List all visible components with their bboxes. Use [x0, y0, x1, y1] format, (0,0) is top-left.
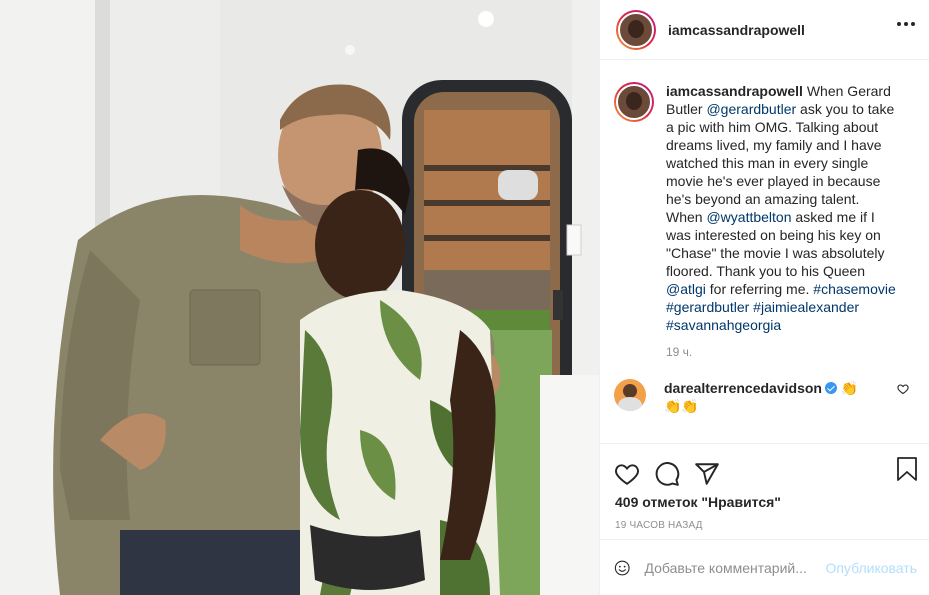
hashtag-link[interactable]: #jaimiealexander — [753, 299, 859, 315]
share-icon[interactable] — [694, 461, 720, 487]
post-header: iamcassandrapowell — [600, 0, 929, 60]
caption-username[interactable]: iamcassandrapowell — [666, 83, 803, 99]
post-photo[interactable] — [0, 0, 599, 595]
caption-timestamp[interactable]: 19 ч. — [666, 343, 898, 361]
caption-text: ask you to take a pic with him OMG. Talk… — [666, 101, 895, 225]
hashtag-link[interactable]: #savannahgeorgia — [666, 317, 781, 333]
comments-section: iamcassandrapowell When Gerard Butler @g… — [600, 60, 929, 442]
post-comment-button[interactable]: Опубликовать — [825, 560, 917, 576]
author-avatar[interactable] — [616, 9, 656, 50]
heart-icon[interactable] — [614, 461, 640, 487]
instagram-post: iamcassandrapowell iamcassandrapowell Wh… — [0, 0, 929, 595]
commenter-username[interactable]: darealterrencedavidson — [664, 380, 822, 396]
more-options-icon[interactable] — [897, 22, 915, 26]
caption: iamcassandrapowell When Gerard Butler @g… — [614, 82, 913, 361]
comment-body: darealterrencedavidson 👏👏👏 — [664, 379, 874, 415]
like-comment-heart-icon[interactable] — [897, 383, 909, 395]
mention-link[interactable]: @gerardbutler — [706, 101, 796, 117]
caption-text: for referring me. — [705, 281, 814, 297]
hashtag-link[interactable]: #gerardbutler — [666, 299, 749, 315]
photo-image — [0, 0, 599, 595]
caption-body: iamcassandrapowell When Gerard Butler @g… — [666, 82, 898, 361]
bookmark-icon[interactable] — [895, 456, 919, 482]
post-sidebar: iamcassandrapowell iamcassandrapowell Wh… — [599, 0, 929, 595]
commenter-avatar[interactable] — [614, 379, 646, 411]
add-comment-bar: Опубликовать — [600, 539, 929, 595]
caption-avatar[interactable] — [614, 82, 654, 122]
author-username[interactable]: iamcassandrapowell — [668, 22, 805, 38]
verified-badge-icon — [824, 382, 837, 394]
mention-link[interactable]: @atlgi — [666, 281, 706, 297]
mention-link[interactable]: @wyattbelton — [706, 209, 791, 225]
hashtag-link[interactable]: #chasemovie — [813, 281, 896, 297]
comment-icon[interactable] — [654, 461, 680, 487]
comment-input[interactable] — [644, 559, 826, 576]
likes-count[interactable]: 409 отметок "Нравится" — [600, 492, 929, 510]
action-buttons — [600, 444, 929, 492]
post-timestamp[interactable]: 19 часов назад — [600, 510, 929, 531]
comment: darealterrencedavidson 👏👏👏 — [614, 379, 913, 415]
emoji-icon[interactable] — [614, 555, 630, 581]
